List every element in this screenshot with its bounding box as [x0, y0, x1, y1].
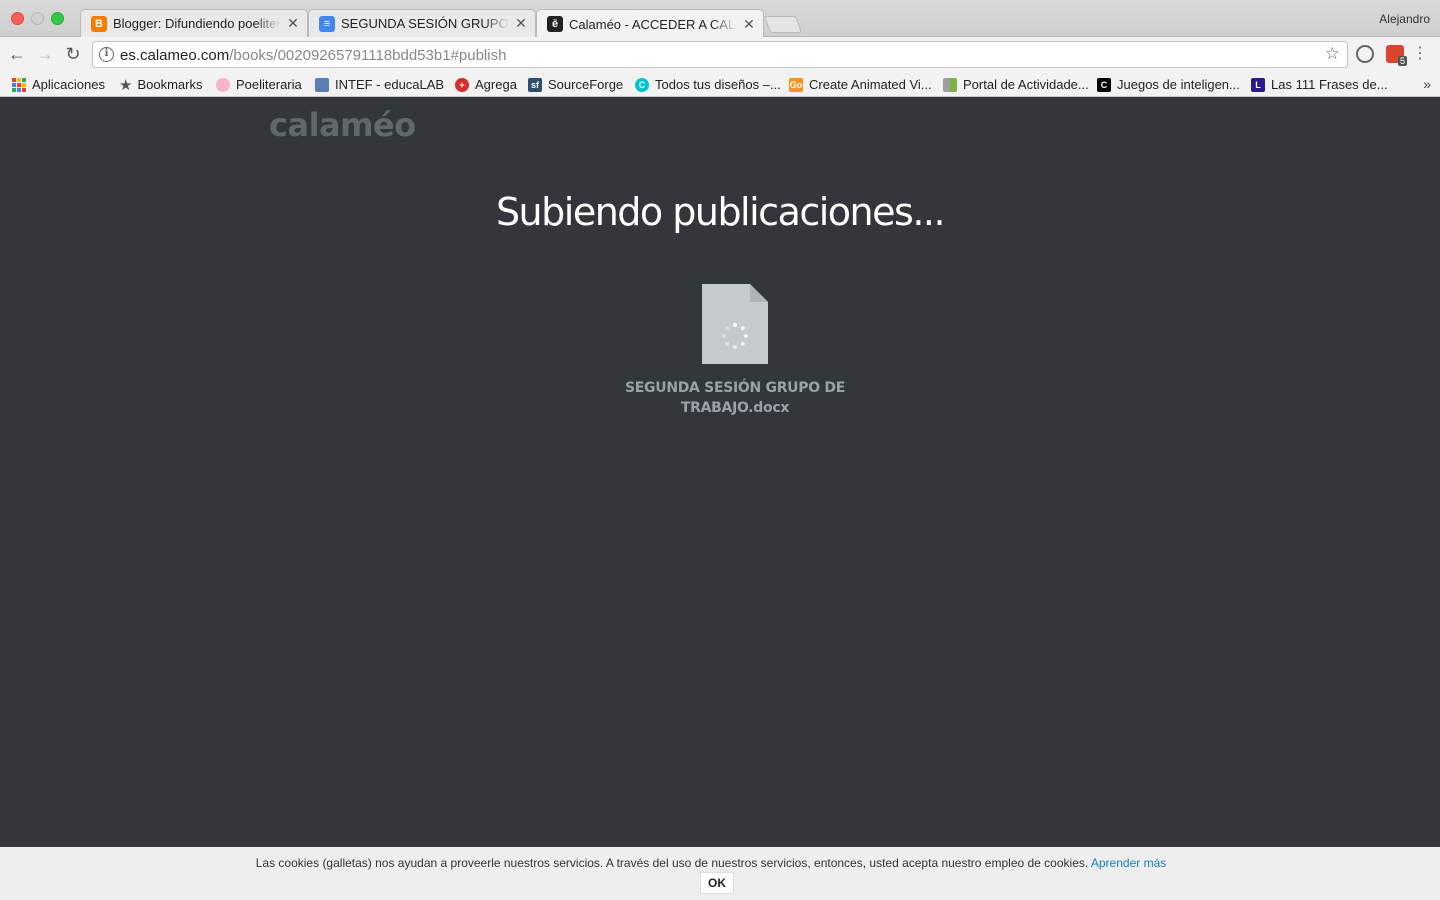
letter-l-icon: L	[1251, 77, 1265, 92]
bookmark-label: Aplicaciones	[32, 77, 105, 92]
bookmark-frases[interactable]: L Las 111 Frases de...	[1251, 75, 1388, 94]
pinterest-icon[interactable]	[1356, 45, 1374, 63]
new-tab-button[interactable]	[763, 16, 803, 33]
browser-toolbar: ← → ↻ i es.calameo.com/books/00209265791…	[0, 37, 1440, 72]
apps-grid-icon	[12, 77, 26, 92]
bookmark-star-icon[interactable]: ☆	[1325, 44, 1340, 64]
calameo-icon: ē	[547, 16, 563, 32]
bookmark-label: SourceForge	[548, 77, 624, 92]
learn-more-link[interactable]: Aprender más	[1091, 856, 1166, 870]
bookmark-label: Agrega	[475, 77, 517, 92]
tab-docs[interactable]: ≡ SEGUNDA SESIÓN GRUPO DE TRABAJO ✕	[308, 9, 536, 37]
url-host: es.calameo.com	[120, 47, 230, 64]
cookie-text: Las cookies (galletas) nos ayudan a prov…	[255, 856, 1091, 870]
close-icon[interactable]: ✕	[287, 15, 299, 32]
tab-strip: B Blogger: Difundiendo poeliteraria ✕ ≡ …	[0, 0, 1440, 38]
tab-title: Calaméo - ACCEDER A CALAMÉO	[569, 16, 737, 32]
menu-dots-icon[interactable]: ⋮	[1412, 45, 1428, 63]
extension-badge: 5	[1397, 56, 1407, 66]
cookie-banner: Las cookies (galletas) nos ayudan a prov…	[0, 847, 1440, 900]
back-arrow-icon[interactable]: ←	[7, 44, 27, 64]
bookmark-intef[interactable]: INTEF - educaLAB	[315, 75, 444, 94]
document-loading-icon	[702, 284, 768, 364]
bookmark-juegos[interactable]: C Juegos de inteligen...	[1097, 75, 1240, 94]
canva-icon: C	[635, 77, 649, 92]
bookmark-poeliteraria[interactable]: Poeliteraria	[216, 75, 302, 94]
portal-icon	[943, 77, 957, 92]
minimize-window-button[interactable]	[31, 12, 44, 25]
bookmark-goanimate[interactable]: Go Create Animated Vi...	[789, 75, 932, 94]
tab-blogger[interactable]: B Blogger: Difundiendo poeliteraria ✕	[80, 9, 308, 37]
blogger-icon: B	[91, 15, 107, 32]
cookie-message: Las cookies (galletas) nos ayudan a prov…	[0, 856, 1422, 870]
bookmark-agrega[interactable]: + Agrega	[455, 75, 517, 94]
bookmarks-bar: Aplicaciones ★ Bookmarks Poeliteraria IN…	[0, 72, 1440, 97]
sourceforge-icon: sf	[528, 77, 542, 92]
extension-shield-icon[interactable]: 5	[1386, 45, 1407, 66]
url-text[interactable]: es.calameo.com/books/00209265791118bdd53…	[120, 47, 506, 64]
close-window-button[interactable]	[11, 12, 24, 25]
file-name-line: TRABAJO.docx	[680, 400, 790, 416]
bookmark-sourceforge[interactable]: sf SourceForge	[528, 75, 623, 94]
calameo-logo[interactable]: calaméo	[269, 106, 416, 144]
agrega-icon: +	[455, 77, 469, 92]
goanimate-icon: Go	[789, 77, 803, 92]
page-content: calaméo Subiendo publicaciones... SEGUND…	[0, 98, 1440, 847]
bookmark-canva[interactable]: C Todos tus diseños –...	[635, 75, 781, 94]
tab-title: SEGUNDA SESIÓN GRUPO DE TRABAJO	[341, 16, 509, 31]
close-icon[interactable]: ✕	[515, 15, 527, 32]
address-bar[interactable]: i es.calameo.com/books/00209265791118bdd…	[92, 41, 1348, 68]
page-title: Subiendo publicaciones...	[495, 190, 946, 234]
bookmark-label: Las 111 Frases de...	[1271, 77, 1388, 92]
uploading-file-name: SEGUNDA SESIÓN GRUPO DE TRABAJO.docx	[585, 378, 885, 418]
reload-icon[interactable]: ↻	[63, 44, 83, 64]
bookmark-label: Todos tus diseños –...	[655, 77, 781, 92]
juegos-icon: C	[1097, 77, 1111, 92]
cookie-ok-button[interactable]: OK	[700, 872, 734, 894]
tab-title: Blogger: Difundiendo poeliteraria	[113, 16, 281, 31]
bookmark-label: Juegos de inteligen...	[1117, 77, 1240, 92]
maximize-window-button[interactable]	[51, 12, 64, 25]
bookmark-label: Poeliteraria	[236, 77, 302, 92]
intef-icon	[315, 77, 329, 92]
more-bookmarks-icon[interactable]: »	[1423, 76, 1431, 92]
profile-name[interactable]: Alejandro	[1379, 12, 1430, 26]
close-icon[interactable]: ✕	[743, 16, 755, 33]
bookmark-label: Bookmarks	[137, 77, 203, 92]
docs-icon: ≡	[319, 15, 335, 32]
bookmark-aplicaciones[interactable]: Aplicaciones	[12, 75, 105, 94]
bookmark-label: Portal de Actividade...	[963, 77, 1089, 92]
bookmark-label: INTEF - educaLAB	[335, 77, 445, 92]
tab-calameo[interactable]: ē Calaméo - ACCEDER A CALAMÉO ✕	[536, 9, 764, 38]
forward-arrow-icon[interactable]: →	[35, 44, 55, 64]
file-name-line: SEGUNDA SESIÓN GRUPO DE	[625, 380, 845, 396]
star-icon: ★	[119, 76, 133, 94]
flower-icon	[216, 77, 230, 92]
url-path: /books/00209265791118bdd53b1#publish	[229, 47, 507, 64]
info-icon[interactable]: i	[99, 47, 114, 62]
bookmark-label: Create Animated Vi...	[809, 77, 932, 92]
bookmark-portal[interactable]: Portal de Actividade...	[943, 75, 1089, 94]
bookmark-bookmarks[interactable]: ★ Bookmarks	[119, 75, 202, 94]
